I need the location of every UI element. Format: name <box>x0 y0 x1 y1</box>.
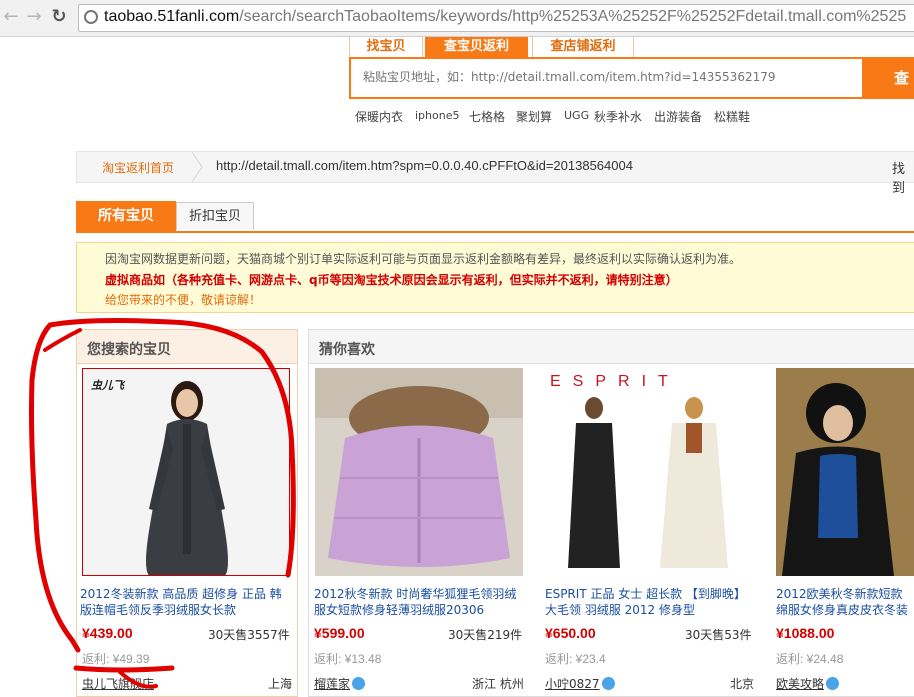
search-input[interactable] <box>363 70 853 84</box>
product-sold: 30天售53件 <box>685 628 752 642</box>
shop-name: 欧美攻略 <box>776 677 825 691</box>
notice-box: 因淘宝网数据更新问题，天猫商城个别订单实际返利可能与页面显示返利金额略有差异，最… <box>76 242 914 313</box>
hot-keyword[interactable]: UGG <box>564 109 589 122</box>
breadcrumb-separator-icon <box>191 152 203 182</box>
address-text: taobao.51fanli.com/search/searchTaobaoIt… <box>104 8 906 26</box>
product-title-link[interactable]: 2012欧美秋冬新款短款绵服女修身真皮皮衣冬装正品 <box>776 586 914 618</box>
filter-tabs: 所有宝贝 折扣宝贝 <box>76 201 914 233</box>
panel-title: 猜你喜欢 <box>319 342 375 358</box>
hot-keyword[interactable]: 聚划算 <box>516 108 552 125</box>
product-image[interactable]: ESPRIT <box>546 368 754 576</box>
notice-apology: 给您带来的不便，敬请谅解！ <box>105 293 262 307</box>
product-rebate: 返利: ¥24.48 <box>776 652 844 666</box>
notice-warning: 虚拟商品如（各种充值卡、网游点卡、q币等因淘宝技术原因会显示有返利，但实际并不返… <box>105 273 678 287</box>
brand-logo: 虫儿飞 <box>91 379 126 392</box>
product-title-link[interactable]: 2012冬装新款 高品质 超修身 正品 韩版连帽毛领反季羽绒服女长款 <box>80 586 290 618</box>
forward-icon[interactable]: → <box>23 6 45 28</box>
shop-name: 虫儿飞旗舰店 <box>82 677 155 691</box>
tab-find-item[interactable]: 找宝贝 <box>349 37 423 58</box>
product-title-link[interactable]: 2012秋冬新款 时尚奢华狐狸毛领羽绒服女短款修身轻薄羽绒服20306 <box>314 586 524 618</box>
back-icon[interactable]: ← <box>0 6 22 28</box>
hot-keyword[interactable]: 出游装备 <box>654 108 702 125</box>
shop-name: 小咛0827 <box>545 677 600 691</box>
chat-icon[interactable] <box>826 677 840 690</box>
tab-shop-rebate[interactable]: 查店铺返利 <box>532 37 634 58</box>
product-title-link[interactable]: ESPRIT 正品 女士 超长款 【到脚晚】 大毛领 羽绒服 2012 修身型 <box>545 586 755 618</box>
hot-keyword[interactable]: 松糕鞋 <box>714 108 750 125</box>
product-sold: 30天售3557件 <box>208 628 290 642</box>
breadcrumb-current: http://detail.tmall.com/item.htm?spm=0.0… <box>216 158 633 173</box>
panel-title: 您搜索的宝贝 <box>87 342 171 358</box>
chat-icon[interactable] <box>352 677 366 690</box>
brand-logo: ESPRIT <box>550 373 680 390</box>
url-path: /search/searchTaobaoItems/keywords/http%… <box>239 8 907 25</box>
product-price: ¥1088.00 <box>776 625 835 641</box>
url-host: taobao.51fanli.com <box>104 8 240 25</box>
hot-keyword[interactable]: 秋季补水 <box>594 108 642 125</box>
tab-all-items[interactable]: 所有宝贝 <box>76 201 176 231</box>
shop-link[interactable]: 榴莲家 <box>314 675 366 692</box>
product-price: ¥650.00 <box>545 625 596 641</box>
shop-location: 上海 <box>268 677 293 691</box>
hot-keyword[interactable]: 保暖内衣 <box>355 108 403 125</box>
product-image[interactable]: 虫儿飞 <box>82 368 290 576</box>
tab-discount-items[interactable]: 折扣宝贝 <box>176 202 254 230</box>
breadcrumb: 淘宝返利首页 http://detail.tmall.com/item.htm?… <box>76 151 914 196</box>
address-bar[interactable]: taobao.51fanli.com/search/searchTaobaoIt… <box>78 4 914 32</box>
globe-icon <box>84 10 98 24</box>
shop-location: 浙江 杭州 <box>472 677 524 691</box>
shop-link[interactable]: 虫儿飞旗舰店 <box>82 675 154 692</box>
product-price: ¥439.00 <box>82 625 133 641</box>
product-sold: 30天售219件 <box>448 628 523 642</box>
hot-keyword[interactable]: iphone5 <box>415 109 459 122</box>
browser-toolbar: ← → ↻ taobao.51fanli.com/search/searchTa… <box>0 0 914 37</box>
shop-location: 北京 <box>730 677 755 691</box>
tab-item-rebate[interactable]: 查宝贝返利 <box>425 37 528 57</box>
shop-link[interactable]: 小咛0827 <box>545 675 615 692</box>
product-image[interactable] <box>315 368 523 576</box>
panel-header: 您搜索的宝贝 <box>77 330 297 364</box>
reload-icon[interactable]: ↻ <box>48 6 70 28</box>
product-image[interactable] <box>776 368 914 576</box>
product-price: ¥599.00 <box>314 625 365 641</box>
product-rebate: 返利: ¥13.48 <box>314 652 382 666</box>
shop-link[interactable]: 欧美攻略 <box>776 675 840 692</box>
chat-icon[interactable] <box>601 677 615 690</box>
shop-name: 榴莲家 <box>314 677 351 691</box>
breadcrumb-home-link[interactable]: 淘宝返利首页 <box>102 159 174 176</box>
search-button[interactable]: 查返 <box>862 57 914 129</box>
search-box <box>349 57 864 99</box>
product-rebate: 返利: ¥49.39 <box>82 652 150 666</box>
breadcrumb-right-text: 找到 <box>892 162 906 196</box>
panel-header: 猜你喜欢 <box>309 330 914 364</box>
product-rebate: 返利: ¥23.4 <box>545 652 606 666</box>
hot-keyword[interactable]: 七格格 <box>469 108 505 125</box>
notice-line: 因淘宝网数据更新问题，天猫商城个别订单实际返利可能与页面显示返利金额略有差异，最… <box>105 252 742 266</box>
